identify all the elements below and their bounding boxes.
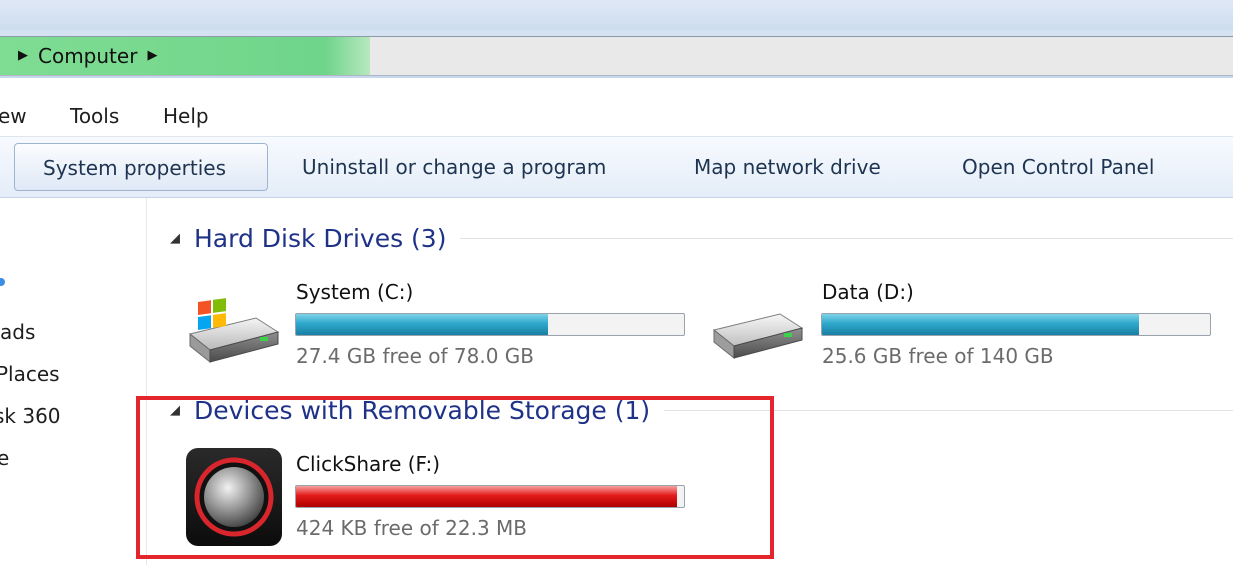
drive-name: Data (D:) (822, 280, 914, 304)
drive-usage-bar (821, 313, 1211, 336)
hard-drive-icon (712, 313, 804, 360)
breadcrumb-computer[interactable]: Computer (38, 37, 137, 75)
annotation-highlight-box (136, 396, 774, 559)
breadcrumb-arrow-icon[interactable]: ▶ (18, 37, 28, 75)
section-title: Hard Disk Drives (3) (194, 224, 447, 253)
drive-usage-fill (296, 314, 548, 335)
breadcrumb: ▶ Computer ▶ (18, 37, 157, 75)
breadcrumb-arrow-icon[interactable]: ▶ (147, 37, 157, 75)
open-control-panel-button[interactable]: Open Control Panel (962, 143, 1154, 191)
drive-item-system-c[interactable]: System (C:) 27.4 GB free of 78.0 GB (180, 280, 700, 380)
nav-item-disk-360[interactable]: sk 360 (0, 404, 61, 428)
system-properties-button[interactable]: System properties (14, 143, 268, 191)
collapse-triangle-icon[interactable]: ◢ (170, 231, 180, 246)
nav-item-downloads[interactable]: ads (0, 320, 35, 344)
window-top-strip (0, 0, 1233, 30)
nav-item-recent-places[interactable]: Places (0, 362, 60, 386)
drive-free-space: 25.6 GB free of 140 GB (822, 344, 1054, 368)
nav-bullet-icon (0, 278, 5, 286)
drive-free-space: 27.4 GB free of 78.0 GB (296, 344, 534, 368)
menu-help[interactable]: Help (163, 102, 209, 130)
uninstall-program-button[interactable]: Uninstall or change a program (302, 143, 606, 191)
drive-usage-bar (295, 313, 685, 336)
menu-view[interactable]: ew (0, 102, 27, 130)
map-network-drive-button[interactable]: Map network drive (694, 143, 881, 191)
navigation-pane: ads Places sk 360 e (0, 198, 147, 565)
address-bar[interactable]: ▶ Computer ▶ (0, 36, 1233, 76)
command-toolbar: System properties Uninstall or change a … (0, 137, 1233, 198)
drive-usage-fill (822, 314, 1139, 335)
section-divider (460, 238, 1233, 239)
menu-bar: ew Tools Help (0, 96, 1233, 137)
nav-item-onedrive[interactable]: e (0, 446, 9, 470)
section-hard-disk-drives[interactable]: ◢ Hard Disk Drives (3) (170, 224, 1233, 253)
menu-tools[interactable]: Tools (70, 102, 119, 130)
drive-item-data-d[interactable]: Data (D:) 25.6 GB free of 140 GB (706, 280, 1226, 380)
windows-hard-drive-icon (188, 298, 280, 364)
drive-name: System (C:) (296, 280, 414, 304)
